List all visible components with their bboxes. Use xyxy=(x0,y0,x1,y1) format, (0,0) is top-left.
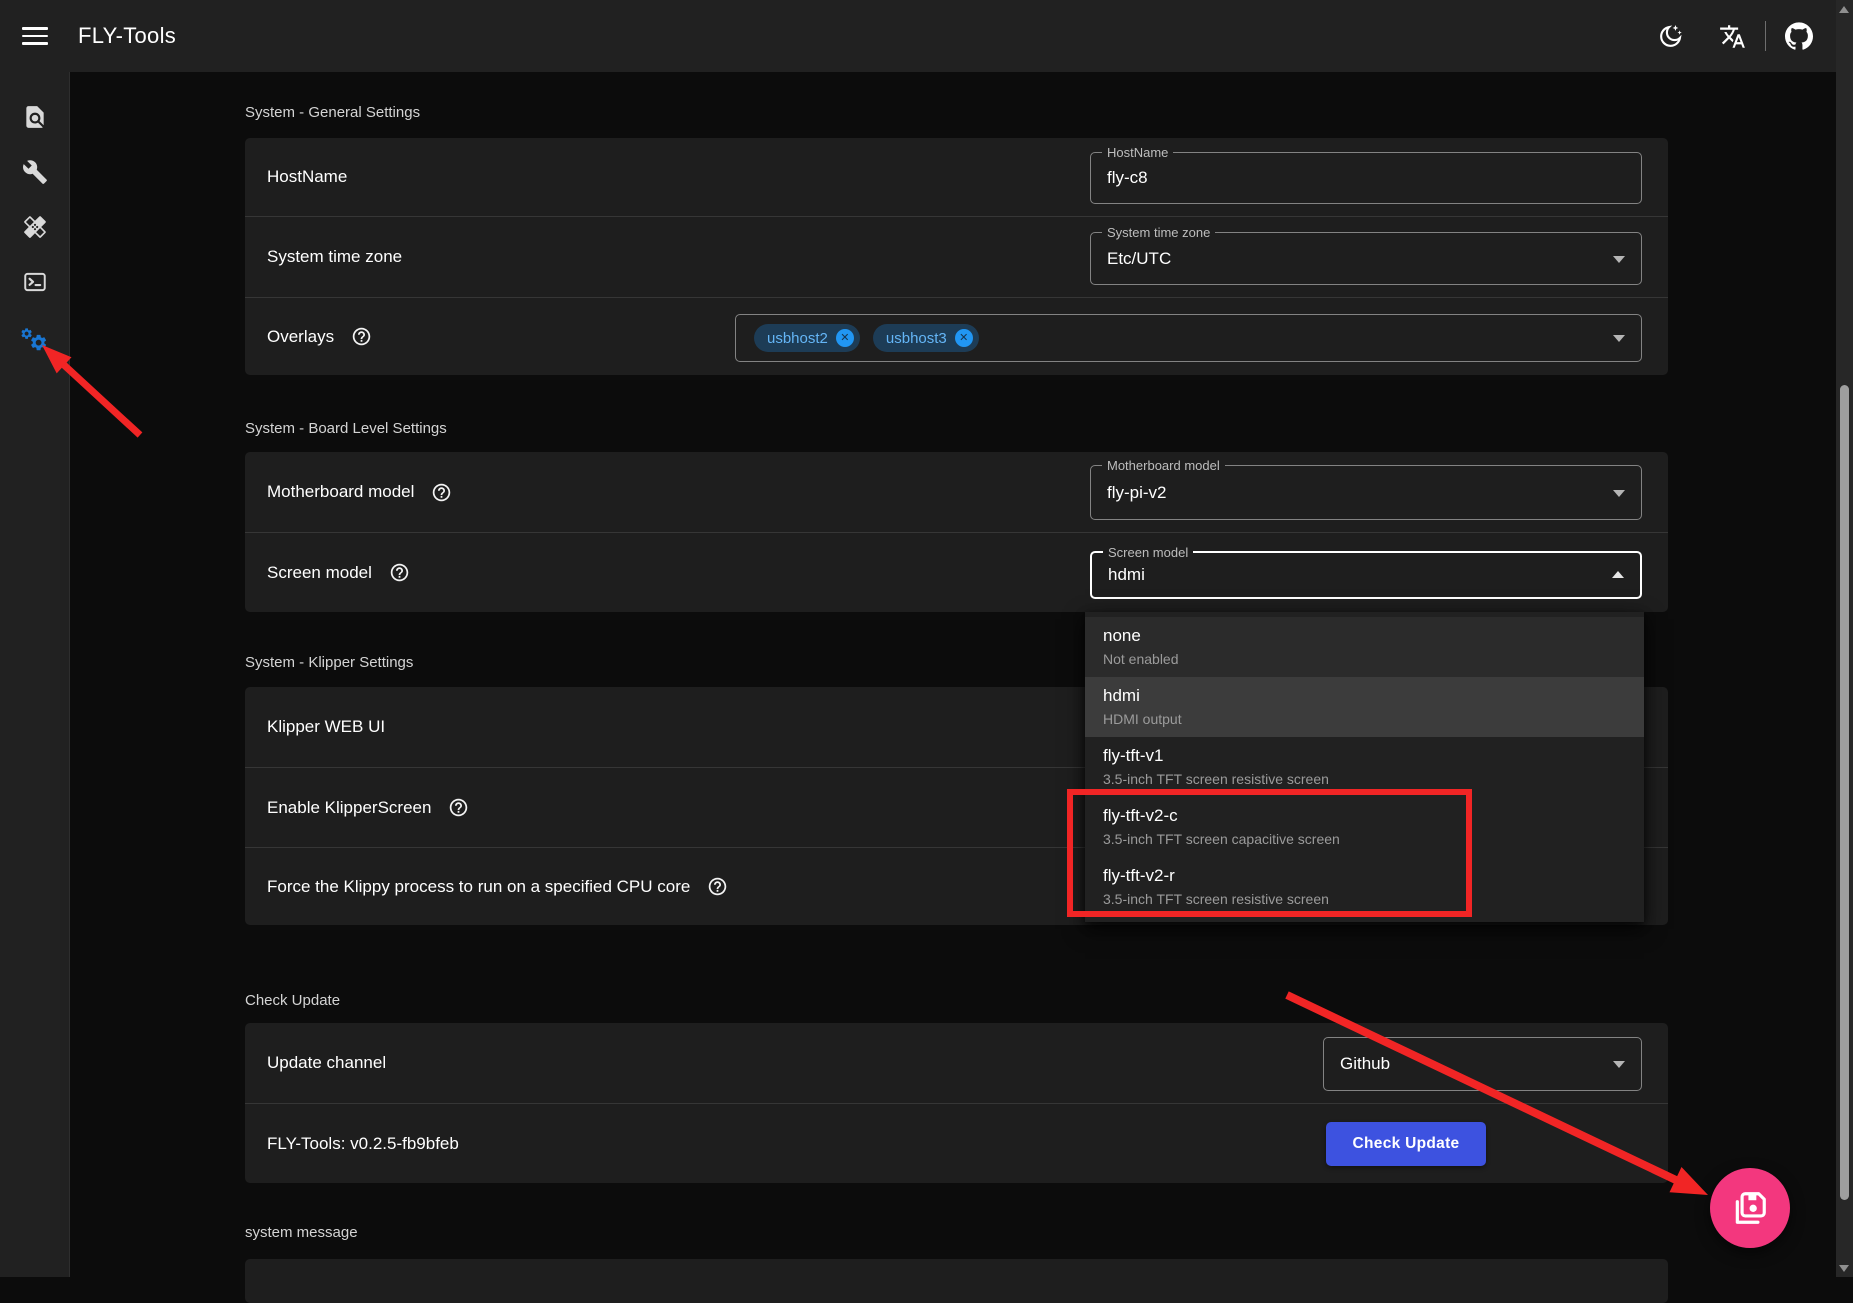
sidebar-nav xyxy=(0,72,70,1277)
sidebar-item-terminal[interactable] xyxy=(22,269,48,295)
section-label-klipper: System - Klipper Settings xyxy=(245,654,413,671)
help-icon[interactable] xyxy=(389,562,410,583)
menu-item-title: fly-tft-v1 xyxy=(1103,744,1644,768)
card-system-message xyxy=(245,1259,1668,1303)
check-update-button[interactable]: Check Update xyxy=(1326,1122,1486,1166)
menu-item-fly-tft-v2-c[interactable]: fly-tft-v2-c 3.5-inch TFT screen capacit… xyxy=(1085,797,1644,857)
section-label-check-update: Check Update xyxy=(245,992,340,1009)
save-all-fab-button[interactable] xyxy=(1710,1168,1790,1248)
row-version: FLY-Tools: v0.2.5-fb9bfeb Check Update xyxy=(245,1103,1668,1183)
scrollbar-down-arrow-icon[interactable] xyxy=(1839,1265,1849,1272)
chevron-down-icon xyxy=(1613,1061,1625,1068)
overlays-select[interactable]: usbhost2 ✕ usbhost3 ✕ xyxy=(735,314,1642,362)
topbar-actions xyxy=(1656,0,1813,72)
row-overlays: Overlays usbhost2 ✕ usbhost3 ✕ xyxy=(245,297,1668,375)
overlay-chip[interactable]: usbhost3 ✕ xyxy=(873,324,979,352)
chevron-up-icon xyxy=(1612,571,1624,578)
app-title: FLY-Tools xyxy=(78,23,176,49)
section-label-board: System - Board Level Settings xyxy=(245,420,447,437)
row-hostname: HostName HostName fly-c8 xyxy=(245,138,1668,216)
screen-model-dropdown-menu: none Not enabled hdmi HDMI output fly-tf… xyxy=(1085,612,1644,922)
overlay-chip[interactable]: usbhost2 ✕ xyxy=(754,324,860,352)
menu-item-title: fly-tft-v2-c xyxy=(1103,804,1644,828)
chip-label: usbhost3 xyxy=(886,330,947,347)
chip-close-icon[interactable]: ✕ xyxy=(836,329,854,347)
timezone-select-label: System time zone xyxy=(1102,224,1215,241)
chevron-down-icon xyxy=(1613,256,1625,263)
motherboard-select-label: Motherboard model xyxy=(1102,457,1225,474)
row-update-channel: Update channel Github xyxy=(245,1023,1668,1103)
card-general-settings: HostName HostName fly-c8 System time zon… xyxy=(245,138,1668,375)
menu-item-title: hdmi xyxy=(1103,684,1644,708)
menu-item-fly-tft-v1[interactable]: fly-tft-v1 3.5-inch TFT screen resistive… xyxy=(1085,737,1644,797)
update-channel-select-value: Github xyxy=(1340,1054,1390,1074)
screen-model-select[interactable]: Screen model hdmi xyxy=(1090,551,1642,599)
scrollbar[interactable] xyxy=(1836,0,1853,1277)
menu-item-title: fly-tft-v2-r xyxy=(1103,864,1644,888)
chevron-down-icon xyxy=(1613,490,1625,497)
menu-item-subtitle: 3.5-inch TFT screen resistive screen xyxy=(1103,768,1644,790)
help-icon[interactable] xyxy=(351,326,372,347)
card-board-settings: Motherboard model Motherboard model fly-… xyxy=(245,452,1668,612)
annotation-arrow-fab-head xyxy=(1670,1167,1709,1195)
row-screen-model: Screen model Screen model hdmi xyxy=(245,532,1668,612)
sidebar-item-wrench[interactable] xyxy=(22,159,48,185)
translate-icon[interactable] xyxy=(1718,22,1746,50)
motherboard-select[interactable]: Motherboard model fly-pi-v2 xyxy=(1090,465,1642,520)
timezone-select[interactable]: System time zone Etc/UTC xyxy=(1090,232,1642,285)
sidebar-item-settings-gears[interactable] xyxy=(20,324,50,354)
hostname-input-value: fly-c8 xyxy=(1107,168,1148,188)
menu-item-subtitle: HDMI output xyxy=(1103,708,1644,730)
dark-mode-moon-icon[interactable] xyxy=(1656,22,1684,50)
overlays-row-label: Overlays xyxy=(267,327,334,347)
motherboard-row-label: Motherboard model xyxy=(267,482,414,502)
timezone-row-label: System time zone xyxy=(267,247,402,267)
klipper-web-ui-row-label: Klipper WEB UI xyxy=(267,717,385,737)
top-app-bar: FLY-Tools xyxy=(0,0,1853,72)
hostname-input-label: HostName xyxy=(1102,144,1173,161)
screen-model-select-label: Screen model xyxy=(1103,544,1193,561)
menu-item-subtitle: 3.5-inch TFT screen capacitive screen xyxy=(1103,828,1644,850)
menu-item-subtitle: Not enabled xyxy=(1103,648,1644,670)
screen-model-select-value: hdmi xyxy=(1108,565,1145,585)
timezone-select-value: Etc/UTC xyxy=(1107,249,1171,269)
help-icon[interactable] xyxy=(431,482,452,503)
overlays-chips: usbhost2 ✕ usbhost3 ✕ xyxy=(754,315,979,361)
menu-item-fly-tft-v2-r[interactable]: fly-tft-v2-r 3.5-inch TFT screen resisti… xyxy=(1085,857,1644,917)
sidebar-item-find-in-page[interactable] xyxy=(22,104,48,130)
menu-item-subtitle: 3.5-inch TFT screen resistive screen xyxy=(1103,888,1644,910)
annotation-arrow-sidebar-shaft xyxy=(64,365,140,435)
card-check-update: Update channel Github FLY-Tools: v0.2.5-… xyxy=(245,1023,1668,1183)
screen-model-row-label: Screen model xyxy=(267,563,372,583)
topbar-divider xyxy=(1765,21,1766,51)
save-all-icon xyxy=(1731,1189,1769,1227)
section-label-general: System - General Settings xyxy=(245,104,420,121)
chip-close-icon[interactable]: ✕ xyxy=(955,329,973,347)
hostname-input[interactable]: HostName fly-c8 xyxy=(1090,152,1642,204)
scrollbar-up-arrow-icon[interactable] xyxy=(1839,6,1849,13)
menu-item-none[interactable]: none Not enabled xyxy=(1085,617,1644,677)
klippy-cpu-core-row-label: Force the Klippy process to run on a spe… xyxy=(267,877,690,897)
help-icon[interactable] xyxy=(448,797,469,818)
update-channel-row-label: Update channel xyxy=(267,1053,386,1073)
row-motherboard: Motherboard model Motherboard model fly-… xyxy=(245,452,1668,532)
chip-label: usbhost2 xyxy=(767,330,828,347)
row-timezone: System time zone System time zone Etc/UT… xyxy=(245,216,1668,297)
menu-item-title: none xyxy=(1103,624,1644,648)
sidebar-item-healing-patch[interactable] xyxy=(22,214,48,240)
hamburger-menu-icon[interactable] xyxy=(22,24,48,48)
menu-item-hdmi[interactable]: hdmi HDMI output xyxy=(1085,677,1644,737)
github-icon[interactable] xyxy=(1785,22,1813,50)
scrollbar-thumb[interactable] xyxy=(1840,385,1849,1200)
hostname-row-label: HostName xyxy=(267,167,347,187)
chevron-down-icon xyxy=(1613,335,1625,342)
motherboard-select-value: fly-pi-v2 xyxy=(1107,483,1167,503)
version-label: FLY-Tools: v0.2.5-fb9bfeb xyxy=(267,1134,459,1154)
klipperscreen-row-label: Enable KlipperScreen xyxy=(267,798,431,818)
section-label-system-message: system message xyxy=(245,1224,358,1241)
help-icon[interactable] xyxy=(707,876,728,897)
update-channel-select[interactable]: Github xyxy=(1323,1037,1642,1091)
